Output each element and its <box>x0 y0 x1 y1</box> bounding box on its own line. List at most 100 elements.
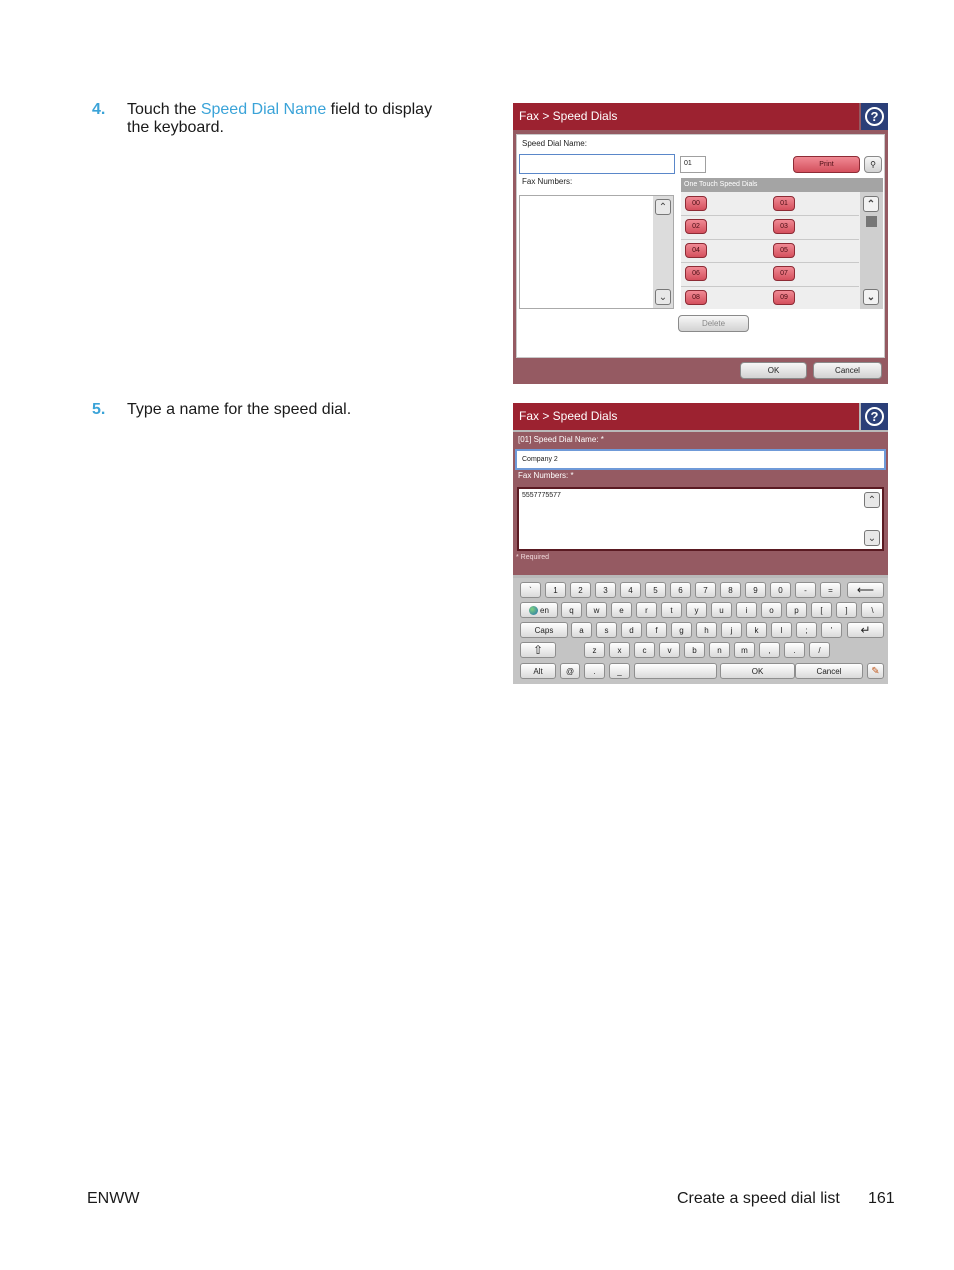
key[interactable]: s <box>596 622 617 638</box>
key[interactable]: 4 <box>620 582 641 598</box>
page-number: 161 <box>868 1190 895 1207</box>
cancel-button[interactable]: Cancel <box>813 362 882 379</box>
key[interactable]: 9 <box>745 582 766 598</box>
speed-dial-button[interactable]: 09 <box>773 290 795 305</box>
fax-numbers-list[interactable]: ⌃ ⌄ <box>519 195 674 309</box>
speed-dial-name-link[interactable]: Speed Dial Name <box>201 101 326 118</box>
key[interactable]: 3 <box>595 582 616 598</box>
key[interactable]: w <box>586 602 607 618</box>
help-button[interactable]: ? <box>861 403 888 430</box>
key[interactable]: f <box>646 622 667 638</box>
scroll-thumb[interactable] <box>866 216 877 227</box>
key[interactable]: ` <box>520 582 541 598</box>
ok-button[interactable]: OK <box>720 663 795 679</box>
at-key[interactable]: @ <box>560 663 580 679</box>
key[interactable]: m <box>734 642 755 658</box>
key[interactable]: d <box>621 622 642 638</box>
speed-dial-button[interactable]: 07 <box>773 266 795 281</box>
ok-button[interactable]: OK <box>740 362 807 379</box>
speed-dial-button[interactable]: 08 <box>685 290 707 305</box>
key[interactable]: e <box>611 602 632 618</box>
speed-dial-button[interactable]: 03 <box>773 219 795 234</box>
scroll-down-icon[interactable]: ⌄ <box>655 289 671 305</box>
speed-dials-keyboard-screen: Fax > Speed Dials ? [01] Speed Dial Name… <box>513 403 888 684</box>
key[interactable]: t <box>661 602 682 618</box>
speed-dial-button[interactable]: 06 <box>685 266 707 281</box>
speed-dial-button[interactable]: 05 <box>773 243 795 258</box>
search-icon[interactable]: ⚲ <box>864 156 882 173</box>
speed-dial-number-field[interactable]: 01 <box>680 156 706 173</box>
key[interactable]: 8 <box>720 582 741 598</box>
key[interactable]: [ <box>811 602 832 618</box>
caps-key[interactable]: Caps <box>520 622 568 638</box>
dial-list-scrollbar[interactable]: ⌃ ⌄ <box>860 192 883 309</box>
alt-key[interactable]: Alt <box>520 663 556 679</box>
key[interactable]: ] <box>836 602 857 618</box>
dot-key[interactable]: . <box>584 663 605 679</box>
fax-numbers-input[interactable]: 5557775577 ⌃ ⌄ <box>517 487 884 551</box>
space-key[interactable] <box>634 663 717 679</box>
key[interactable]: x <box>609 642 630 658</box>
key[interactable]: - <box>795 582 816 598</box>
speed-dial-button[interactable]: 04 <box>685 243 707 258</box>
underscore-key[interactable]: _ <box>609 663 630 679</box>
key[interactable]: 6 <box>670 582 691 598</box>
key[interactable]: / <box>809 642 830 658</box>
speed-dial-name-input[interactable] <box>519 154 675 174</box>
key[interactable]: = <box>820 582 841 598</box>
key[interactable]: \ <box>861 602 884 618</box>
key[interactable]: , <box>759 642 780 658</box>
key[interactable]: l <box>771 622 792 638</box>
key[interactable]: h <box>696 622 717 638</box>
screen-title: Fax > Speed Dials <box>513 103 859 130</box>
scroll-down-icon[interactable]: ⌄ <box>863 289 879 305</box>
help-button[interactable]: ? <box>861 103 888 130</box>
key[interactable]: i <box>736 602 757 618</box>
key[interactable]: y <box>686 602 707 618</box>
eraser-icon: ✎ <box>871 665 880 677</box>
clear-key[interactable]: ✎ <box>867 663 884 679</box>
cancel-button[interactable]: Cancel <box>795 663 863 679</box>
speed-dial-button[interactable]: 01 <box>773 196 795 211</box>
enter-key[interactable]: ↵ <box>847 622 884 638</box>
key[interactable]: 1 <box>545 582 566 598</box>
key[interactable]: b <box>684 642 705 658</box>
speed-dial-button[interactable]: 02 <box>685 219 707 234</box>
key[interactable]: 2 <box>570 582 591 598</box>
key[interactable]: g <box>671 622 692 638</box>
required-note: * Required <box>516 554 550 561</box>
list-header: One Touch Speed Dials <box>681 178 883 192</box>
scroll-up-icon[interactable]: ⌃ <box>864 492 880 508</box>
key[interactable]: 5 <box>645 582 666 598</box>
backspace-key[interactable]: ⟵ <box>847 582 884 598</box>
speed-dial-name-input[interactable]: Company 2 <box>515 449 886 470</box>
key[interactable]: r <box>636 602 657 618</box>
language-key[interactable]: en <box>520 602 558 618</box>
form-panel: Speed Dial Name: Fax Numbers: ⌃ ⌄ 01 Pri… <box>516 134 885 358</box>
key[interactable]: j <box>721 622 742 638</box>
key[interactable]: 7 <box>695 582 716 598</box>
scroll-up-icon[interactable]: ⌃ <box>863 196 879 212</box>
key[interactable]: a <box>571 622 592 638</box>
key[interactable]: 0 <box>770 582 791 598</box>
scroll-up-icon[interactable]: ⌃ <box>655 199 671 215</box>
footer-left: ENWW <box>87 1190 140 1207</box>
key[interactable]: ' <box>821 622 842 638</box>
delete-button[interactable]: Delete <box>678 315 749 332</box>
key[interactable]: o <box>761 602 782 618</box>
shift-key[interactable]: ⇧ <box>520 642 556 658</box>
key[interactable]: . <box>784 642 805 658</box>
key[interactable]: u <box>711 602 732 618</box>
scroll-down-icon[interactable]: ⌄ <box>864 530 880 546</box>
fax-number-value: 5557775577 <box>522 492 561 499</box>
key[interactable]: k <box>746 622 767 638</box>
key[interactable]: c <box>634 642 655 658</box>
key[interactable]: p <box>786 602 807 618</box>
key[interactable]: q <box>561 602 582 618</box>
speed-dial-button[interactable]: 00 <box>685 196 707 211</box>
key[interactable]: v <box>659 642 680 658</box>
key[interactable]: n <box>709 642 730 658</box>
key[interactable]: z <box>584 642 605 658</box>
key[interactable]: ; <box>796 622 817 638</box>
print-button[interactable]: Print <box>793 156 860 173</box>
